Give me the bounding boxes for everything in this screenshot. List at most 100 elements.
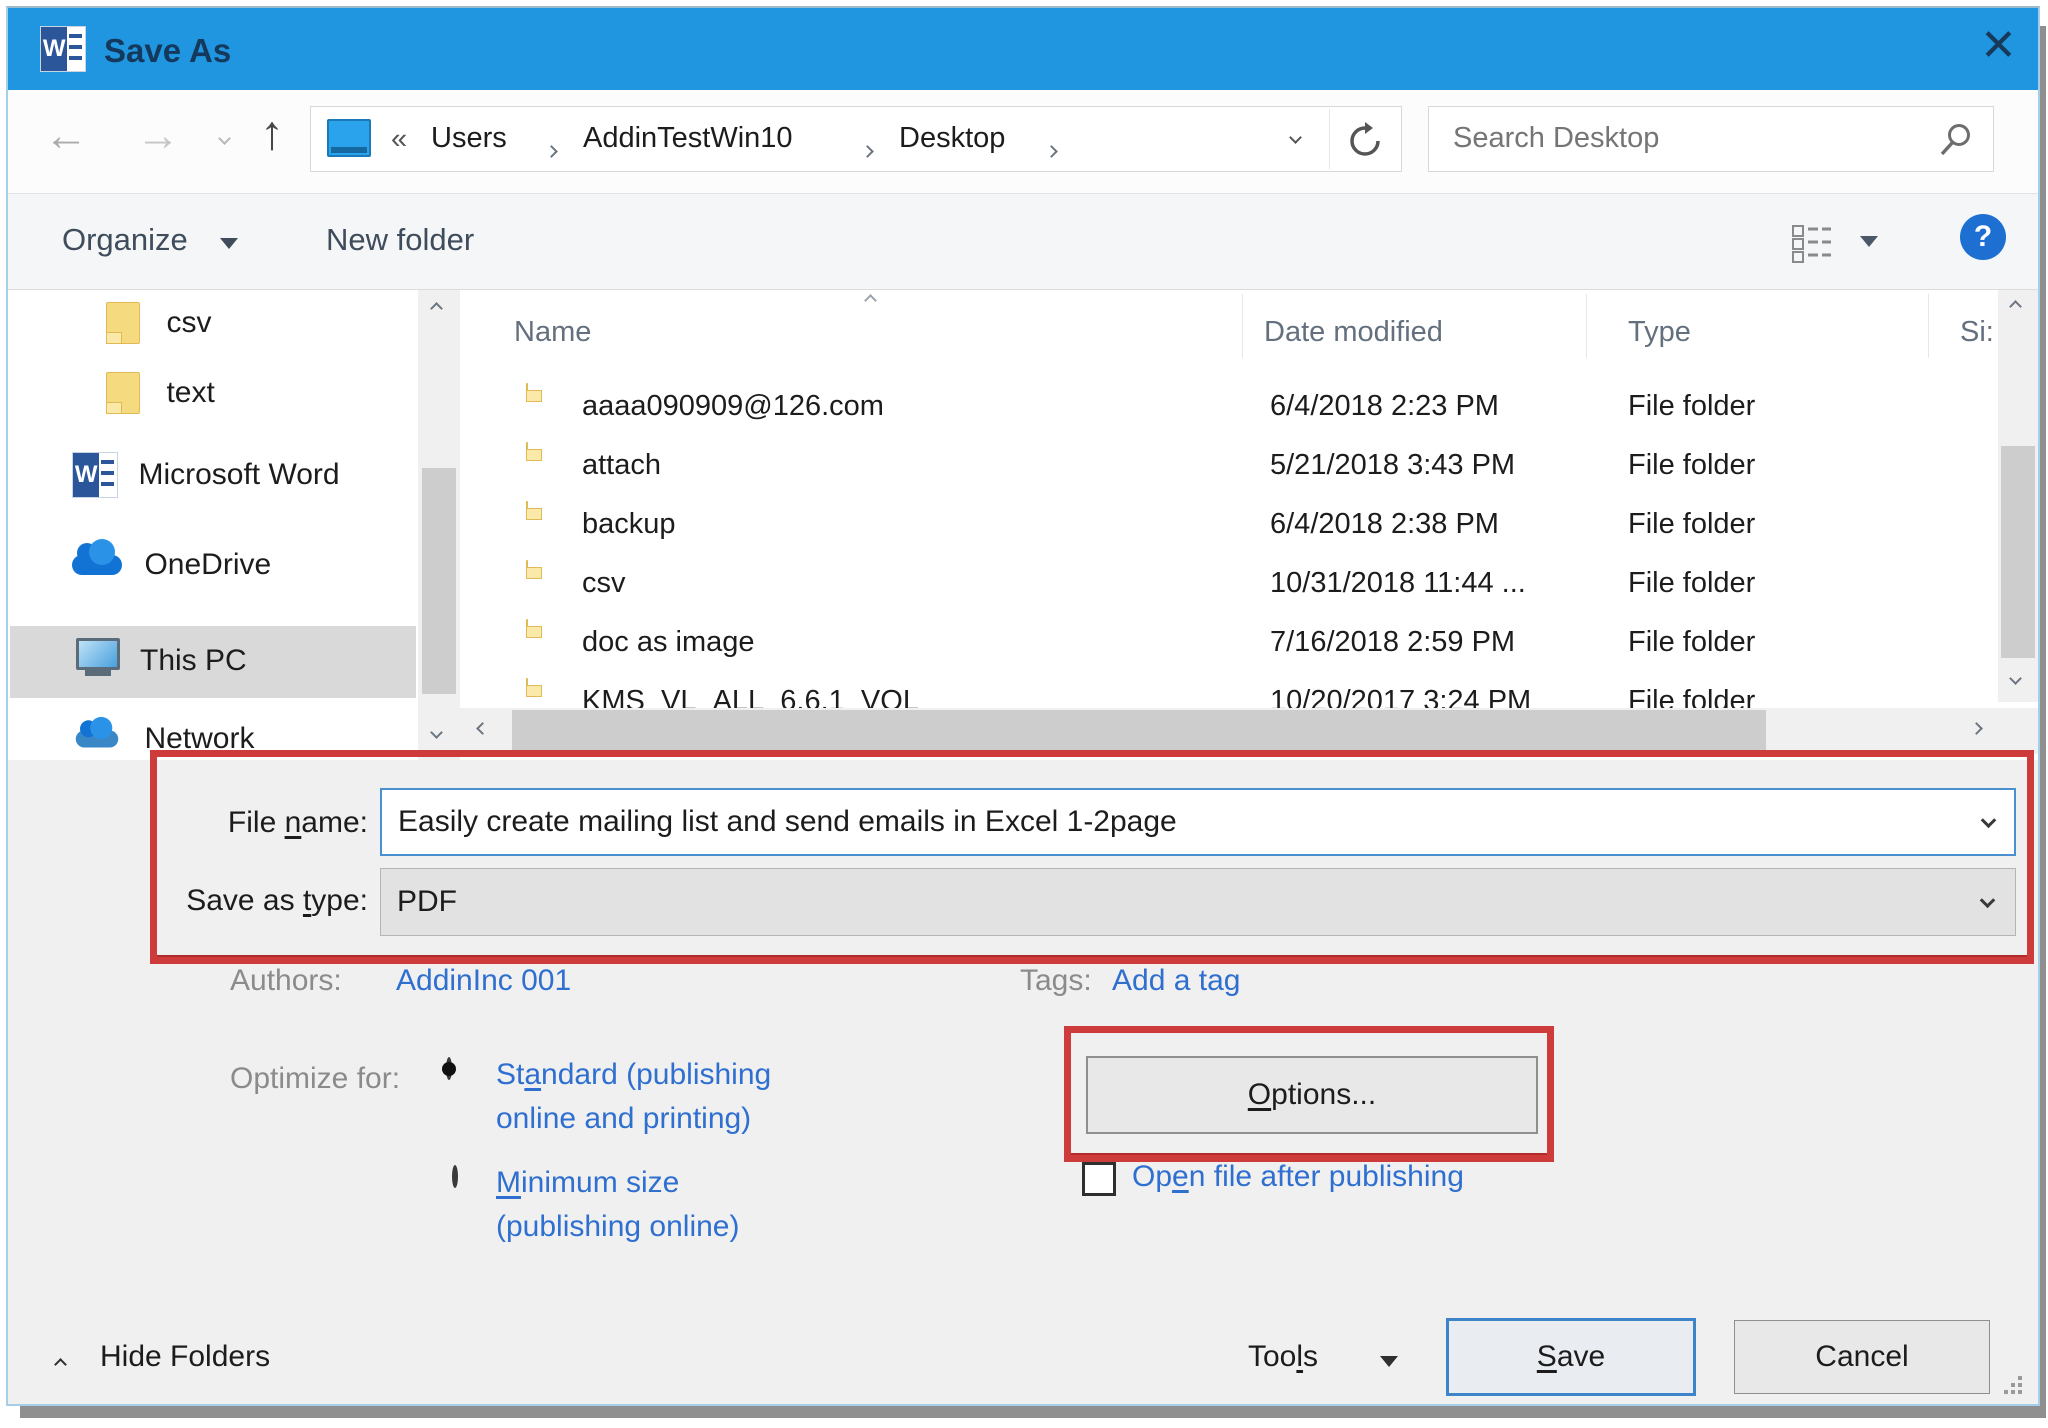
refresh-icon[interactable] (1345, 121, 1385, 161)
file-type-cell: File folder (1628, 626, 1755, 659)
scroll-up-icon[interactable] (430, 302, 443, 315)
sidebar-item-label: text (166, 376, 214, 409)
column-header-date-modified[interactable]: Date modified (1264, 316, 1443, 349)
scrollbar-thumb[interactable] (422, 468, 456, 694)
sidebar-item-onedrive[interactable]: OneDrive (72, 548, 271, 582)
column-header-name[interactable]: Name (514, 316, 591, 349)
back-arrow-icon[interactable]: ← (44, 114, 88, 158)
sidebar-item-this-pc[interactable]: This PC (10, 626, 416, 698)
table-row[interactable]: attach 5/21/2018 3:43 PM File folder (460, 437, 2000, 496)
horizontal-scrollbar[interactable] (460, 708, 2038, 754)
address-bar[interactable]: « Users AddinTestWin10 Desktop (310, 106, 1402, 172)
window-title: Save As (104, 32, 231, 70)
table-row[interactable]: KMS_VL_ALL_6.6.1_VOL 10/20/2017 3:24 PM … (460, 673, 2000, 708)
breadcrumb-item-desktop[interactable]: Desktop (899, 122, 1005, 155)
radio-minimum-label[interactable]: Minimum size (496, 1166, 679, 1200)
hide-folders-chevron-icon[interactable] (54, 1358, 67, 1371)
folder-icon (106, 302, 140, 344)
table-row[interactable]: doc as image 7/16/2018 2:59 PM File fold… (460, 614, 2000, 673)
breadcrumb-overflow-chevrons[interactable]: « (391, 123, 407, 156)
chevron-right-icon[interactable] (545, 145, 558, 158)
tools-caret-icon[interactable] (1380, 1356, 1398, 1367)
column-divider[interactable] (1928, 294, 1929, 358)
scroll-left-icon[interactable] (476, 722, 489, 735)
column-divider[interactable] (1586, 294, 1587, 358)
save-as-type-label: Save as type: (138, 884, 368, 918)
file-date-cell: 7/16/2018 2:59 PM (1270, 626, 1515, 659)
scrollbar-thumb[interactable] (2001, 446, 2035, 658)
table-row[interactable]: backup 6/4/2018 2:38 PM File folder (460, 496, 2000, 555)
sidebar-item-microsoft-word[interactable]: W Microsoft Word (72, 452, 340, 498)
organize-caret-icon[interactable] (220, 238, 238, 249)
file-name-cell: aaaa090909@126.com (582, 390, 884, 423)
radio-minimum-size[interactable] (452, 1165, 458, 1188)
up-arrow-icon[interactable]: ↑ (260, 110, 284, 158)
radio-standard-label[interactable]: Standard (publishing (496, 1058, 771, 1092)
file-name-field-wrap (380, 788, 2016, 856)
sidebar-item-text[interactable]: text (106, 372, 215, 414)
authors-value[interactable]: AddinInc 001 (396, 964, 571, 998)
folder-icon (526, 442, 528, 461)
title-bar: W Save As ✕ (8, 8, 2038, 90)
sidebar-item-csv[interactable]: csv (106, 302, 211, 344)
file-type-cell: File folder (1628, 390, 1755, 423)
chevron-right-icon[interactable] (861, 145, 874, 158)
hide-folders-button[interactable]: Hide Folders (100, 1340, 270, 1374)
scroll-up-icon[interactable] (2009, 300, 2022, 313)
chevron-right-icon[interactable] (1045, 145, 1058, 158)
tags-label: Tags: (1020, 964, 1092, 998)
options-button[interactable]: Options... (1086, 1056, 1538, 1134)
save-button[interactable]: Save (1446, 1318, 1696, 1396)
column-divider[interactable] (1242, 294, 1243, 358)
tools-dropdown[interactable]: Tools (1248, 1340, 1318, 1374)
file-date-cell: 10/20/2017 3:24 PM (1270, 685, 1531, 708)
scrollbar-thumb[interactable] (512, 710, 1766, 752)
folder-icon (526, 383, 528, 402)
view-caret-icon[interactable] (1860, 236, 1878, 247)
scroll-right-icon[interactable] (1970, 722, 1983, 735)
sidebar-scrollbar[interactable] (418, 290, 460, 760)
new-folder-button[interactable]: New folder (326, 222, 474, 258)
sidebar-item-label: Microsoft Word (138, 458, 339, 491)
tags-add-link[interactable]: Add a tag (1112, 964, 1240, 998)
save-as-type-select[interactable]: PDF (380, 868, 2016, 936)
breadcrumb-item-addintestwin10[interactable]: AddinTestWin10 (583, 122, 793, 155)
authors-label: Authors: (230, 964, 342, 998)
scroll-down-icon[interactable] (2009, 672, 2022, 685)
open-after-publish-checkbox[interactable] (1082, 1162, 1116, 1196)
column-header-size[interactable]: Si: (1960, 316, 1994, 349)
forward-arrow-icon[interactable]: → (136, 114, 180, 158)
search-icon[interactable] (1937, 121, 1975, 159)
open-after-publish-label[interactable]: Open file after publishing (1132, 1160, 1464, 1194)
file-date-cell: 6/4/2018 2:38 PM (1270, 508, 1499, 541)
cancel-button[interactable]: Cancel (1734, 1320, 1990, 1394)
folder-icon (526, 501, 528, 520)
view-details-icon[interactable] (1786, 218, 1836, 268)
table-row[interactable]: csv 10/31/2018 11:44 ... File folder (460, 555, 2000, 614)
search-input[interactable] (1431, 109, 1931, 167)
breadcrumb-item-users[interactable]: Users (431, 122, 507, 155)
radio-standard[interactable] (446, 1057, 452, 1080)
scroll-down-icon[interactable] (430, 726, 443, 739)
network-icon (76, 731, 119, 748)
folder-icon (526, 560, 528, 579)
file-type-cell: File folder (1628, 449, 1755, 482)
help-icon[interactable]: ? (1960, 214, 2006, 260)
file-name-input[interactable] (380, 788, 2016, 856)
file-name-cell: KMS_VL_ALL_6.6.1_VOL (582, 685, 919, 708)
address-dropdown-chevron-icon[interactable] (1289, 131, 1302, 144)
sort-ascending-icon[interactable] (864, 294, 877, 307)
sidebar-item-network[interactable]: Network (72, 722, 254, 756)
recent-locations-chevron-icon[interactable] (218, 132, 231, 145)
file-list-scrollbar[interactable] (1998, 290, 2038, 702)
column-header-type[interactable]: Type (1628, 316, 1691, 349)
file-type-cell: File folder (1628, 567, 1755, 600)
table-row[interactable]: aaaa090909@126.com 6/4/2018 2:23 PM File… (460, 378, 2000, 437)
search-box (1428, 106, 1994, 172)
word-app-icon: W (40, 26, 86, 72)
resize-grip[interactable] (2004, 1376, 2024, 1396)
close-icon[interactable]: ✕ (1980, 24, 2017, 68)
organize-button[interactable]: Organize (62, 222, 188, 258)
file-type-cell: File folder (1628, 508, 1755, 541)
optimize-for-label: Optimize for: (230, 1062, 400, 1096)
